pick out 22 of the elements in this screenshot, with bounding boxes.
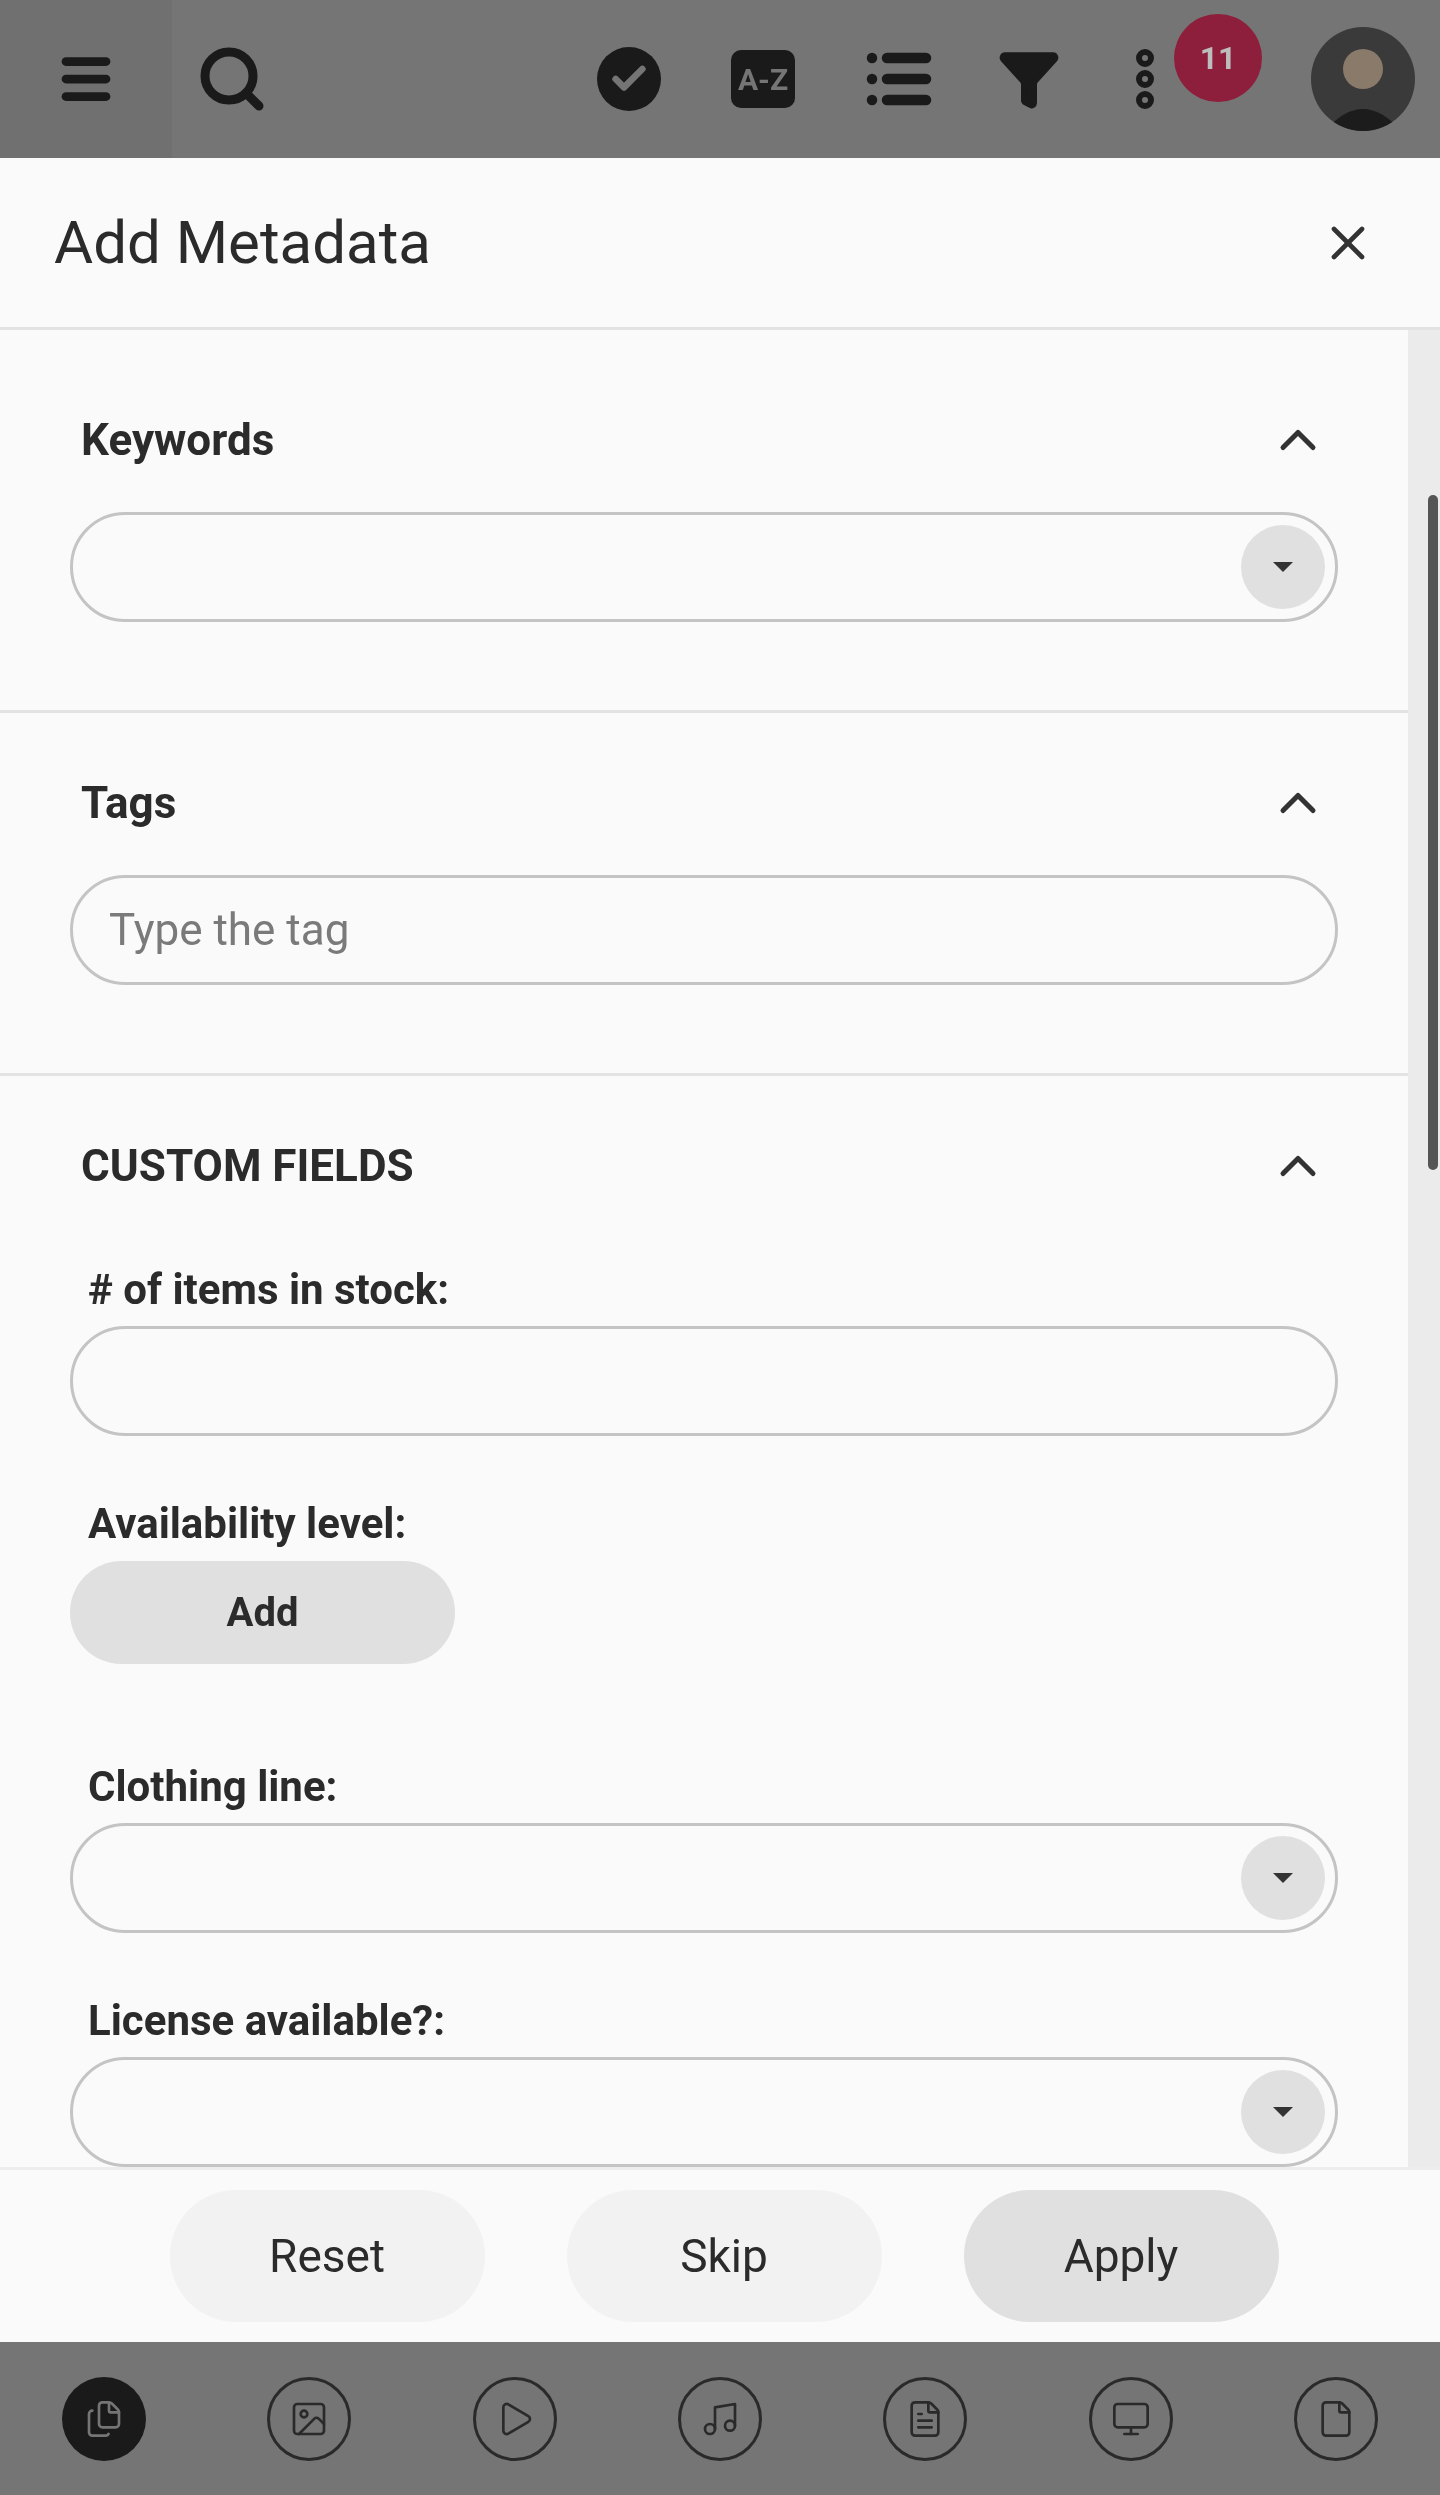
notification-badge[interactable]: 11 [1174, 14, 1262, 102]
scrollbar[interactable] [1408, 330, 1440, 2167]
sort-button[interactable]: A-Z [731, 50, 795, 108]
section-title: Keywords [81, 413, 275, 468]
add-button[interactable]: Add [70, 1561, 455, 1664]
dialog-button[interactable]: Apply [963, 2190, 1279, 2322]
music-note-icon[interactable] [678, 2376, 762, 2461]
text-field[interactable]: Type the tag [70, 875, 1338, 985]
document-icon[interactable] [883, 2376, 968, 2461]
field-label: # of items in stock: [88, 1263, 451, 1316]
field-label: Availability level: [88, 1497, 408, 1550]
section-title: CUSTOM FIELDS [81, 1139, 414, 1194]
file-icon[interactable] [1293, 2376, 1378, 2461]
dialog-button[interactable]: Reset [169, 2190, 485, 2322]
monitor-icon[interactable] [1088, 2376, 1173, 2461]
play-icon[interactable] [472, 2376, 557, 2461]
field-label: License available?: [88, 1994, 447, 2047]
dialog-button[interactable]: Skip [566, 2190, 882, 2322]
image-icon[interactable] [267, 2376, 352, 2461]
field-label: Clothing line: [88, 1760, 339, 1813]
section-title: Tags [81, 776, 177, 831]
dialog-title: Add Metadata [54, 205, 431, 280]
